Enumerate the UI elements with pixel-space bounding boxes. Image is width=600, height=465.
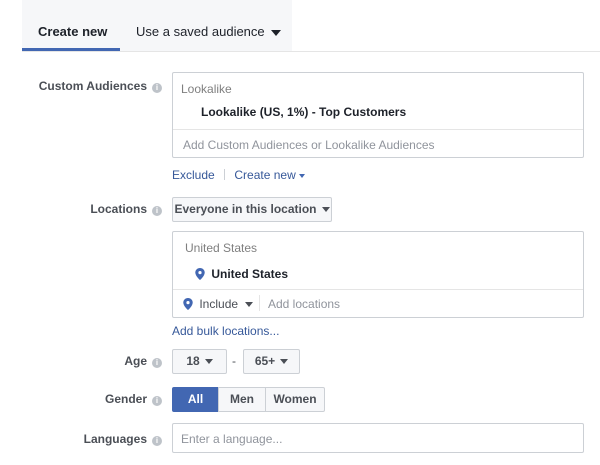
location-selected-item[interactable]: United States — [195, 267, 288, 281]
locations-label-row: Locations i — [20, 202, 162, 216]
info-icon[interactable]: i — [152, 358, 162, 368]
gender-option-men[interactable]: Men — [218, 387, 266, 412]
chevron-down-icon — [298, 173, 305, 178]
info-icon[interactable]: i — [152, 206, 162, 216]
tab-saved-audience-label: Use a saved audience — [136, 24, 265, 39]
custom-audiences-input[interactable]: Add Custom Audiences or Lookalike Audien… — [183, 138, 435, 152]
age-max-value: 65+ — [254, 354, 276, 368]
audience-tabs: Create new Use a saved audience — [22, 0, 292, 52]
create-new-label: Create new — [234, 168, 296, 182]
age-max-select[interactable]: 65+ — [243, 349, 300, 374]
languages-label: Languages — [83, 432, 147, 446]
info-icon[interactable]: i — [152, 83, 162, 93]
chevron-down-icon — [280, 359, 289, 365]
chevron-down-icon — [321, 207, 330, 213]
age-label: Age — [124, 354, 147, 368]
locations-group-header: United States — [185, 241, 258, 255]
divider — [224, 169, 226, 180]
custom-audiences-actions: Exclude Create new — [172, 168, 305, 182]
add-bulk-locations-link[interactable]: Add bulk locations... — [172, 324, 279, 338]
location-type-dropdown[interactable]: Everyone in this location — [172, 197, 332, 222]
locations-field: United States United States Include Add … — [172, 231, 584, 318]
divider — [173, 289, 583, 290]
languages-placeholder: Enter a language... — [181, 432, 283, 446]
custom-audiences-label: Custom Audiences — [38, 79, 147, 93]
gender-option-women[interactable]: Women — [265, 387, 325, 412]
location-pin-icon — [183, 298, 193, 310]
exclude-link[interactable]: Exclude — [172, 168, 215, 182]
tab-create-new[interactable]: Create new — [38, 24, 107, 39]
create-new-link[interactable]: Create new — [234, 168, 305, 182]
info-icon[interactable]: i — [152, 436, 162, 446]
location-pin-icon — [195, 268, 205, 280]
custom-audiences-field: Lookalike Lookalike (US, 1%) - Top Custo… — [172, 72, 584, 158]
chevron-down-icon — [270, 29, 281, 36]
include-label: Include — [199, 297, 239, 311]
tab-saved-audience[interactable]: Use a saved audience — [136, 24, 281, 39]
tabs-divider — [22, 51, 600, 52]
custom-audiences-label-row: Custom Audiences i — [20, 79, 162, 93]
chevron-down-icon — [245, 302, 254, 308]
languages-label-row: Languages i — [20, 432, 162, 446]
location-type-value: Everyone in this location — [174, 202, 317, 216]
add-locations-input[interactable]: Add locations — [268, 297, 340, 311]
chevron-down-icon — [204, 359, 213, 365]
include-dropdown[interactable]: Include — [183, 297, 254, 311]
languages-input[interactable]: Enter a language... — [172, 423, 584, 453]
divider — [173, 129, 583, 130]
gender-option-all[interactable]: All — [172, 387, 219, 412]
age-min-select[interactable]: 18 — [172, 349, 227, 374]
age-label-row: Age i — [20, 354, 162, 368]
age-min-value: 18 — [186, 354, 200, 368]
age-separator: - — [232, 354, 236, 368]
divider — [259, 295, 260, 311]
info-icon[interactable]: i — [152, 396, 162, 406]
custom-audience-selected-item[interactable]: Lookalike (US, 1%) - Top Customers — [201, 105, 406, 119]
gender-label: Gender — [104, 392, 147, 406]
custom-audiences-group-header: Lookalike — [181, 82, 232, 96]
locations-label: Locations — [90, 202, 147, 216]
location-selected-label: United States — [211, 267, 289, 281]
gender-label-row: Gender i — [20, 392, 162, 406]
